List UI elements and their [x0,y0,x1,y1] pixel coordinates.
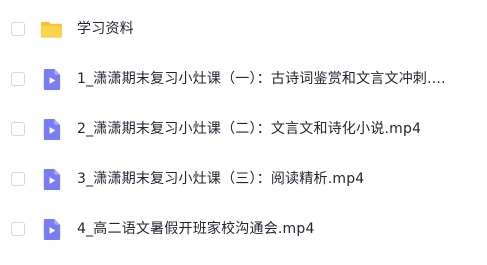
video-file-icon [43,68,61,90]
select-checkbox[interactable] [11,172,25,186]
file-name[interactable]: 2_潇潇期末复习小灶课（二）：文言文和诗化小说.mp4 [77,120,421,138]
file-name[interactable]: 1_潇潇期末复习小灶课（一）：古诗词鉴赏和文言文冲刺.... [77,70,446,88]
select-checkbox[interactable] [11,122,25,136]
video-file-icon [43,118,61,140]
folder-icon [40,21,63,38]
list-item-video[interactable]: 1_潇潇期末复习小灶课（一）：古诗词鉴赏和文言文冲刺.... [0,59,487,99]
list-item-video[interactable]: 2_潇潇期末复习小灶课（二）：文言文和诗化小说.mp4 [0,109,487,149]
video-file-icon [43,218,61,240]
list-item-video[interactable]: 4_高二语文暑假开班家校沟通会.mp4 [0,209,487,249]
select-checkbox[interactable] [11,222,25,236]
file-list: 学习资料 1_潇潇期末复习小灶课（一）：古诗词鉴赏和文言文冲刺.... 2_潇潇… [0,0,487,265]
select-checkbox[interactable] [11,72,25,86]
file-name[interactable]: 4_高二语文暑假开班家校沟通会.mp4 [77,220,315,238]
select-checkbox[interactable] [11,22,25,36]
list-item-folder[interactable]: 学习资料 [0,9,487,49]
file-name[interactable]: 学习资料 [77,20,134,38]
file-name[interactable]: 3_潇潇期末复习小灶课（三）：阅读精析.mp4 [77,170,364,188]
video-file-icon [43,168,61,190]
list-item-video[interactable]: 3_潇潇期末复习小灶课（三）：阅读精析.mp4 [0,159,487,199]
